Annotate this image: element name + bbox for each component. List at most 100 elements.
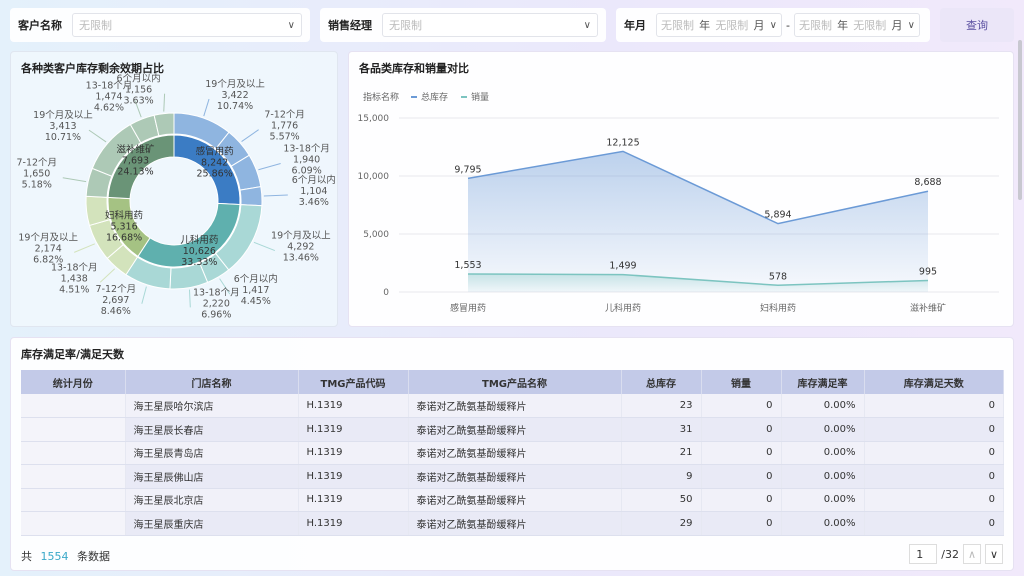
- table-cell: H.1319: [298, 488, 409, 512]
- table-cell: [21, 441, 126, 465]
- year-value: 无限制: [798, 19, 832, 32]
- table-cell: 0: [864, 394, 1004, 418]
- chevron-down-icon: ∨: [907, 19, 915, 31]
- outer-label-line: 19个月及以上: [271, 231, 331, 242]
- data-label: 1,499: [609, 261, 636, 272]
- outer-label: 13-18个月 2,220 6.96%: [193, 287, 240, 320]
- chevron-down-icon: ∨: [583, 19, 591, 31]
- inner-label: 儿科用药 10,626 33.33%: [180, 234, 218, 268]
- table-cell: 0.00%: [781, 441, 865, 465]
- data-table: 统计月份 门店名称 TMG产品代码 TMG产品名称 总库存 销量 库存满足率 库存满足天数 海…: [21, 370, 1004, 542]
- data-label: 5,894: [764, 210, 791, 221]
- table-row[interactable]: 海王星辰长春店 H.1319 泰诺对乙酰氨基酚缓释片 31 0 0.00% 0: [21, 417, 1004, 442]
- outer-label-line: 7-12个月: [264, 110, 305, 121]
- outer-label: 13-18个月 1,940 6.09%: [283, 143, 330, 176]
- outer-label-line: 2,697: [102, 295, 129, 306]
- outer-label-line: 4.51%: [59, 284, 89, 295]
- table-cell: 23: [621, 394, 702, 418]
- table-cell: 泰诺对乙酰氨基酚缓释片: [408, 417, 622, 442]
- column-header[interactable]: 总库存: [621, 370, 702, 394]
- column-header[interactable]: 库存满足天数: [864, 370, 1004, 394]
- outer-label-line: 1,104: [300, 186, 327, 197]
- label-leader: [188, 289, 191, 308]
- column-header[interactable]: 统计月份: [21, 370, 126, 394]
- legend-title: 指标名称: [363, 91, 399, 103]
- page-total: /32: [941, 547, 959, 561]
- date-from-select[interactable]: 无限制年无限制月 ∨: [656, 13, 782, 37]
- date-filter: 年月 无限制年无限制月 ∨ - 无限制年无限制月 ∨: [616, 8, 930, 42]
- outer-label-line: 1,940: [293, 154, 320, 165]
- outer-label-line: 1,438: [61, 273, 88, 284]
- table-cell: 29: [621, 511, 702, 536]
- legend-item: 总库存: [421, 91, 448, 103]
- column-header[interactable]: 销量: [701, 370, 782, 394]
- manager-placeholder: 无限制: [389, 19, 422, 32]
- label-leader: [258, 162, 281, 171]
- column-header[interactable]: TMG产品名称: [408, 370, 622, 394]
- table-row[interactable]: 海王星辰重庆店 H.1319 泰诺对乙酰氨基酚缓释片 29 0 0.00% 0: [21, 511, 1004, 536]
- table-cell: [21, 394, 126, 418]
- customer-label: 客户名称: [18, 19, 62, 32]
- month-unit: 月: [891, 19, 903, 32]
- table-cell: 0.00%: [781, 417, 865, 442]
- table-cell: 海王星辰长春店: [125, 417, 299, 442]
- outer-label-line: 5.57%: [270, 132, 300, 143]
- outer-label-line: 6个月以内: [234, 273, 278, 285]
- prev-page-icon[interactable]: ∧: [963, 544, 981, 564]
- date-to-select[interactable]: 无限制年无限制月 ∨: [793, 13, 920, 37]
- table-cell: 泰诺对乙酰氨基酚缓释片: [408, 511, 622, 536]
- outer-label-line: 8.46%: [101, 306, 131, 317]
- table-cell: 海王星辰佛山店: [125, 464, 299, 489]
- label-leader: [88, 129, 107, 143]
- table-cell: 0: [701, 464, 782, 489]
- next-page-icon[interactable]: ∨: [985, 544, 1003, 564]
- outer-label-line: 1,474: [95, 91, 122, 102]
- outer-label-line: 4.45%: [241, 296, 271, 307]
- table-cell: 泰诺对乙酰氨基酚缓释片: [408, 488, 622, 512]
- outer-label: 19个月及以上 3,422 10.74%: [205, 79, 265, 112]
- table-cell: 0: [701, 441, 782, 465]
- table-cell: 0.00%: [781, 464, 865, 489]
- label-leader: [203, 98, 210, 117]
- inner-label-line: 感冒用药: [196, 145, 234, 157]
- label-leader: [263, 194, 288, 197]
- outer-label-line: 7-12个月: [96, 284, 137, 295]
- pager: 1 /32 ∧ ∨: [909, 544, 1003, 564]
- column-header[interactable]: 库存满足率: [781, 370, 865, 394]
- table-cell: 21: [621, 441, 702, 465]
- scrollbar[interactable]: [1018, 40, 1022, 200]
- table-cell: 泰诺对乙酰氨基酚缓释片: [408, 441, 622, 465]
- inner-label-line: 儿科用药: [180, 234, 218, 246]
- customer-select[interactable]: 无限制 ∨: [72, 13, 302, 37]
- page-input[interactable]: 1: [909, 544, 938, 564]
- inner-label-line: 8,242: [201, 157, 228, 168]
- table-cell: 0: [864, 488, 1004, 512]
- series-area: [468, 151, 928, 292]
- count-prefix: 共: [21, 550, 32, 563]
- outer-label: 7-12个月 2,697 8.46%: [96, 284, 137, 317]
- table-row[interactable]: 海王星辰佛山店 H.1319 泰诺对乙酰氨基酚缓释片 9 0 0.00% 0: [21, 464, 1004, 489]
- range-separator: -: [786, 18, 790, 32]
- table-row[interactable]: 海王星辰哈尔滨店 H.1319 泰诺对乙酰氨基酚缓释片 23 0 0.00% 0: [21, 394, 1004, 418]
- manager-label: 销售经理: [328, 19, 372, 32]
- donut-outer-slice: [239, 186, 263, 207]
- line-panel: 各品类库存和销量对比 指标名称 总库存 销量 0 5,000 10,000 15,000 感冒…: [348, 51, 1014, 327]
- inner-label-line: 25.86%: [197, 168, 233, 179]
- table-row[interactable]: 海王星辰北京店 H.1319 泰诺对乙酰氨基酚缓释片 50 0 0.00% 0: [21, 488, 1004, 512]
- column-header[interactable]: 门店名称: [125, 370, 299, 394]
- query-button[interactable]: 查询: [940, 8, 1014, 42]
- chevron-down-icon: ∨: [287, 19, 295, 31]
- column-header[interactable]: TMG产品代码: [298, 370, 409, 394]
- data-label: 9,795: [454, 164, 481, 175]
- table-row[interactable]: 海王星辰青岛店 H.1319 泰诺对乙酰氨基酚缓释片 21 0 0.00% 0: [21, 441, 1004, 465]
- table-cell: 0.00%: [781, 511, 865, 536]
- label-leader: [99, 268, 116, 283]
- outer-label-line: 3.46%: [299, 197, 329, 208]
- outer-label-line: 1,650: [23, 169, 50, 180]
- outer-label: 19个月及以上 2,174 6.82%: [18, 232, 78, 265]
- manager-select[interactable]: 无限制 ∨: [382, 13, 598, 37]
- inner-label-line: 7,693: [122, 155, 149, 166]
- table-cell: 0: [701, 488, 782, 512]
- y-tick-label: 0: [383, 288, 389, 298]
- inner-label: 感冒用药 8,242 25.86%: [196, 145, 234, 179]
